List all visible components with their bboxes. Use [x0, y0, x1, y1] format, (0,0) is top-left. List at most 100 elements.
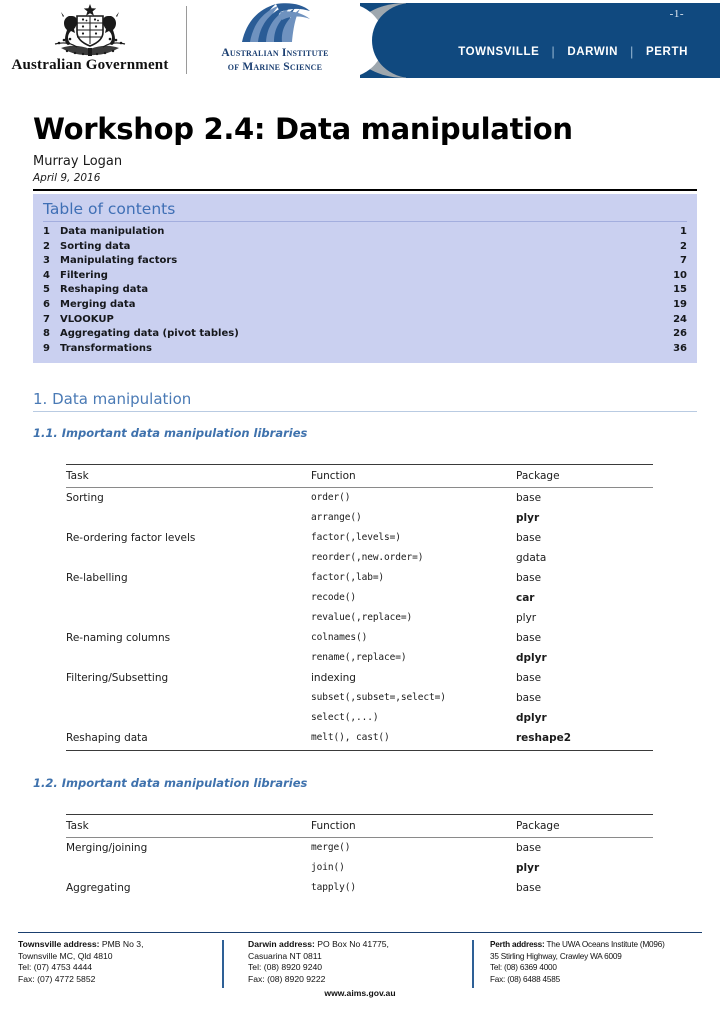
cell-package: car	[516, 592, 535, 605]
header-city-darwin: DARWIN	[567, 45, 619, 58]
toc-entry-label: VLOOKUP	[60, 313, 114, 325]
footer-townsville-line2: Townsville MC, Qld 4810	[18, 950, 113, 961]
toc-heading: Table of contents	[43, 200, 687, 222]
cell-package: plyr	[516, 612, 537, 625]
toc-entry-label: Aggregating data (pivot tables)	[60, 328, 239, 340]
toc-entry-9[interactable]: 9 Transformations 36	[43, 342, 687, 357]
page-header: -1- TOWNSVILLE | DARWIN | PERTH Australi…	[0, 0, 720, 84]
cell-task	[66, 508, 311, 528]
cell-package: reshape2	[516, 728, 653, 752]
cell-function: factor(,lab=)	[311, 572, 385, 584]
section-heading-1-1: 1.1. Important data manipulation librari…	[33, 426, 308, 441]
footer-darwin-fax: Fax: (08) 8920 9222	[248, 973, 326, 984]
cell-task	[66, 858, 311, 878]
toc-entry-number: 2	[43, 240, 50, 252]
cell-package: dplyr	[516, 712, 547, 725]
page-title: Workshop 2.4: Data manipulation	[33, 112, 573, 146]
toc-entry-8[interactable]: 8 Aggregating data (pivot tables) 26	[43, 327, 687, 342]
footer-townsville-line1: Townsville address: PMB No 3,	[18, 939, 210, 951]
footer-column-divider-2	[472, 940, 474, 989]
cell-package: base	[516, 842, 542, 855]
footer-townsville-value1: PMB No 3,	[99, 939, 144, 950]
table-row: Re-naming columns colnames() base	[66, 628, 653, 648]
footer-divider	[18, 932, 702, 934]
cell-task	[66, 548, 311, 568]
toc-entry-number: 6	[43, 298, 50, 310]
toc-entry-3[interactable]: 3 Manipulating factors 7	[43, 254, 687, 269]
table-row: reorder(,new.order=) gdata	[66, 548, 653, 568]
toc-entry-6[interactable]: 6 Merging data 19	[43, 298, 687, 313]
libraries-table-1: Task Function Package Sorting order() ba…	[66, 464, 653, 752]
toc-entry-label: Reshaping data	[60, 284, 149, 296]
cell-function: merge()	[311, 842, 351, 854]
cell-function: colnames()	[311, 632, 368, 644]
footer-darwin-line2: Casuarina NT 0811	[248, 950, 322, 961]
toc-entry-2[interactable]: 2 Sorting data 2	[43, 240, 687, 255]
toc-entry-number: 3	[43, 255, 50, 267]
toc-entry-4[interactable]: 4 Filtering 10	[43, 269, 687, 284]
header-city-townsville: TOWNSVILLE	[458, 45, 540, 58]
cell-package: dplyr	[516, 652, 547, 665]
toc-entry-label: Sorting data	[60, 240, 131, 252]
cell-package: plyr	[516, 512, 540, 525]
australian-government-logo: Australian Government	[0, 2, 180, 80]
cell-task	[66, 608, 311, 628]
column-header-package: Package	[516, 464, 653, 489]
toc-entry-number: 4	[43, 269, 50, 281]
aims-logo: Australian Institute of Marine Science	[200, 2, 350, 82]
cell-task	[66, 708, 311, 728]
toc-entry-label: Filtering	[60, 269, 108, 281]
cell-package: base	[516, 532, 542, 545]
toc-entry-number: 8	[43, 328, 50, 340]
footer-perth-line1: Perth address: The UWA Oceans Institute …	[490, 939, 702, 951]
header-city-perth: PERTH	[646, 45, 688, 58]
page-footer: Townsville address: PMB No 3, Townsville…	[18, 932, 702, 999]
toc-entry-7[interactable]: 7 VLOOKUP 24	[43, 313, 687, 328]
header-vertical-divider	[186, 6, 187, 74]
cell-function: select(,...)	[311, 712, 379, 724]
cell-function: revalue(,replace=)	[311, 612, 413, 624]
toc-entry-page: 1	[680, 226, 687, 237]
toc-entry-label: Merging data	[60, 298, 136, 310]
footer-darwin-value1: PO Box No 41775,	[314, 939, 389, 950]
cell-task	[66, 648, 311, 668]
cell-package: base	[516, 672, 542, 685]
toc-entry-label: Manipulating factors	[60, 255, 178, 267]
document-body: Workshop 2.4: Data manipulation Murray L…	[33, 112, 697, 898]
cell-package: base	[516, 692, 542, 705]
footer-townsville-label: Townsville address:	[18, 939, 100, 950]
cell-function: melt(), cast()	[311, 728, 516, 752]
cell-function: factor(,levels=)	[311, 532, 401, 544]
footer-darwin-tel: Tel: (08) 8920 9240	[248, 962, 323, 973]
toc-entry-label: Transformations	[60, 342, 152, 354]
toc-entry-number: 7	[43, 313, 50, 325]
libraries-table-2: Task Function Package Merging/joining me…	[66, 814, 653, 898]
cell-package: base	[516, 492, 542, 505]
cell-function: indexing	[311, 672, 356, 685]
aims-label-line1: Australian Institute	[221, 47, 329, 59]
header-city-list: TOWNSVILLE | DARWIN | PERTH	[400, 44, 700, 59]
column-header-function: Function	[311, 814, 516, 839]
table-row: Filtering/Subsetting indexing base	[66, 668, 653, 688]
title-divider	[33, 189, 697, 191]
cell-task: Aggregating	[66, 882, 131, 895]
cell-package: base	[516, 882, 542, 895]
section-heading-1: 1. Data manipulation	[33, 390, 697, 413]
table-row: Sorting order() base	[66, 488, 653, 509]
toc-entry-5[interactable]: 5 Reshaping data 15	[43, 283, 687, 298]
table-row: Re-ordering factor levels factor(,levels…	[66, 528, 653, 548]
footer-website-link[interactable]: www.aims.gov.au	[248, 988, 472, 1000]
column-header-task: Task	[66, 814, 311, 839]
table-row: select(,...) dplyr	[66, 708, 653, 728]
toc-entry-page: 15	[673, 284, 687, 296]
cell-function: subset(,subset=,select=)	[311, 692, 446, 704]
document-page: -1- TOWNSVILLE | DARWIN | PERTH Australi…	[0, 0, 720, 1019]
footer-perth-line2: 35 Stirling Highway, Crawley WA 6009	[490, 951, 622, 961]
footer-darwin-line1: Darwin address: PO Box No 41775,	[248, 939, 472, 951]
page-number: -1-	[669, 8, 684, 20]
footer-perth-value1: The UWA Oceans Institute (M096)	[544, 940, 665, 950]
table-of-contents: Table of contents 1 Data manipulation 1 …	[33, 194, 697, 364]
toc-entry-number: 5	[43, 284, 50, 296]
table-row: revalue(,replace=) plyr	[66, 608, 653, 628]
toc-entry-1[interactable]: 1 Data manipulation 1	[43, 225, 687, 240]
